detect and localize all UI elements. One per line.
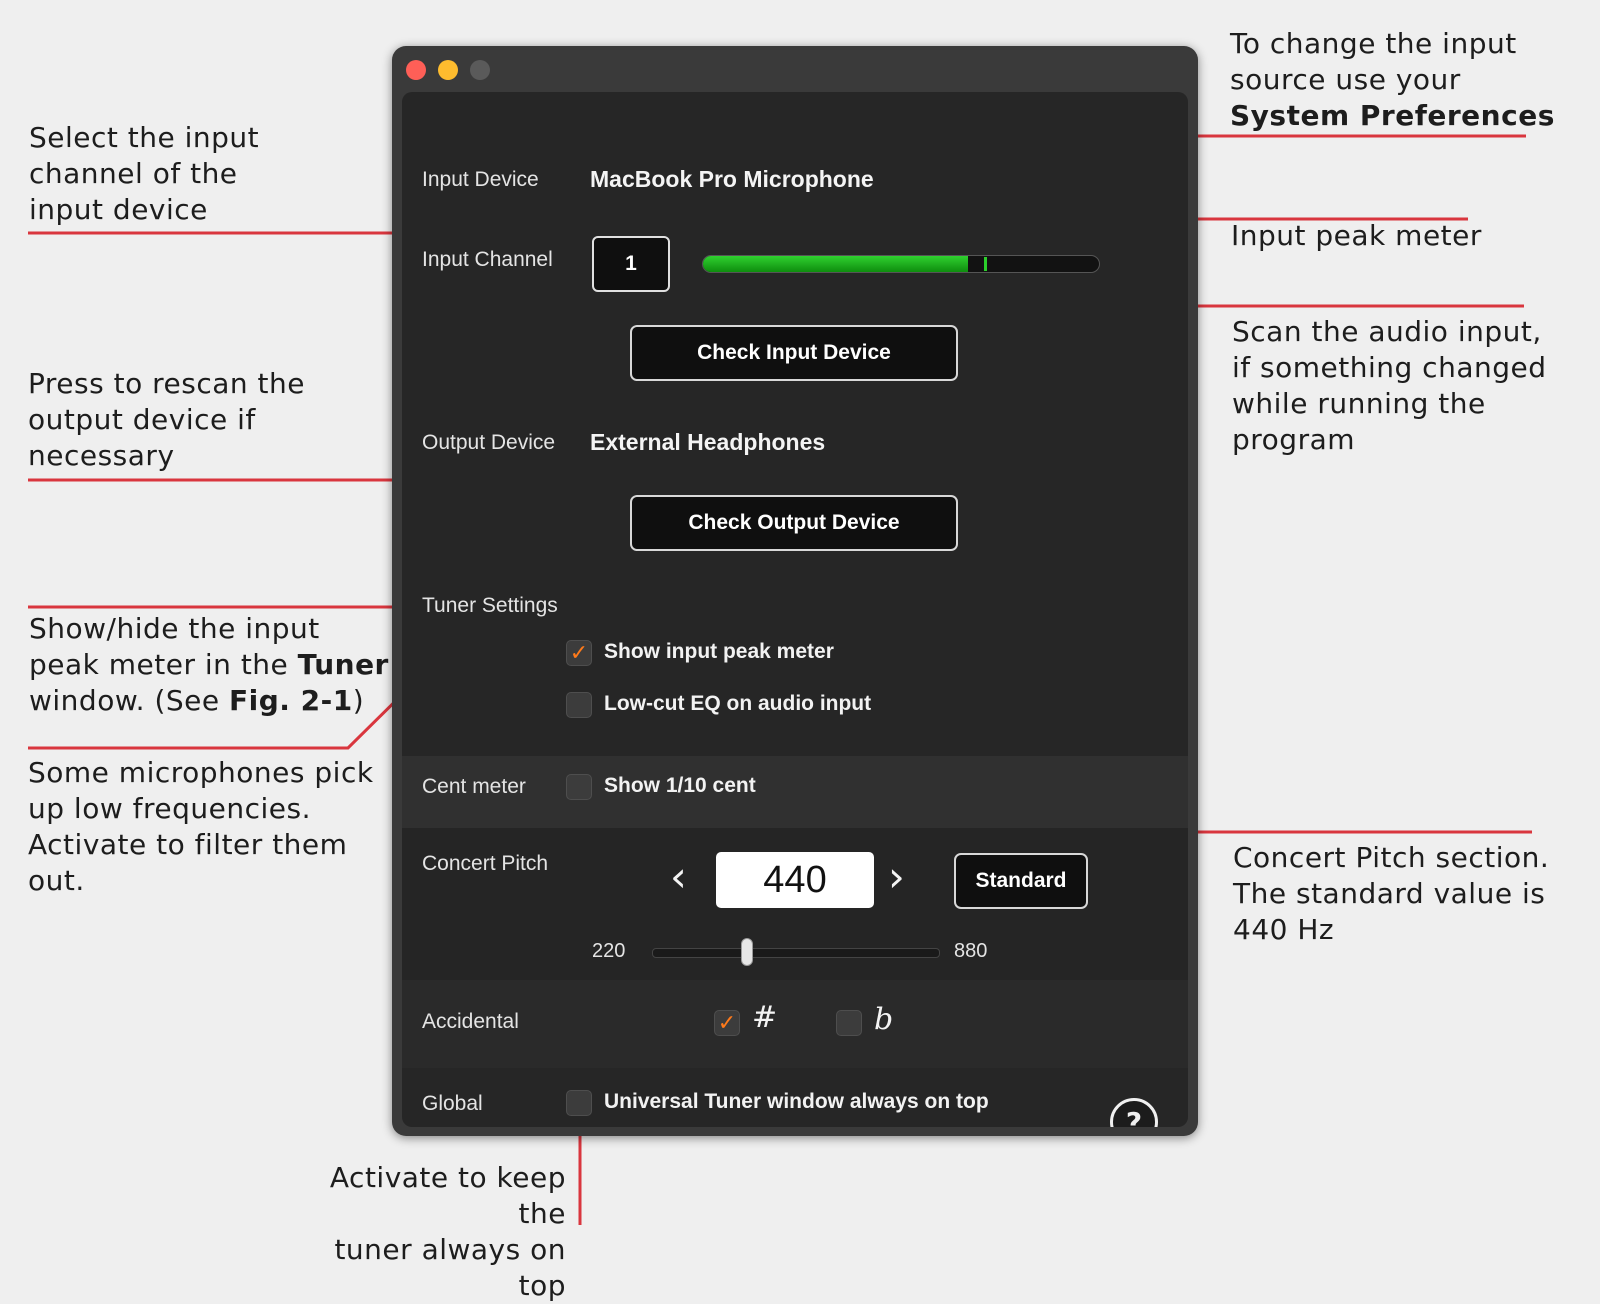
annotation-peak-meter: Input peak meter bbox=[1231, 219, 1482, 252]
show-peak-meter-label: Show input peak meter bbox=[604, 640, 834, 663]
check-input-device-button[interactable]: Check Input Device bbox=[630, 325, 958, 381]
help-button[interactable]: ? bbox=[1110, 1098, 1158, 1127]
minimize-button[interactable] bbox=[438, 60, 458, 80]
annotation-rescan-output: Press to rescan the output device if nec… bbox=[28, 367, 305, 472]
input-peak-meter bbox=[702, 255, 1100, 273]
output-device-value: External Headphones bbox=[590, 429, 826, 455]
annotation-show-hide: Show/hide the input peak meter in the Tu… bbox=[29, 612, 389, 717]
pitch-decrease-button[interactable]: ‹ bbox=[670, 856, 687, 898]
sharp-checkbox[interactable]: ✓ bbox=[714, 1010, 740, 1036]
zoom-button[interactable] bbox=[470, 60, 490, 80]
title-bar[interactable] bbox=[392, 46, 1198, 94]
always-on-top-checkbox[interactable] bbox=[566, 1090, 592, 1116]
show-peak-meter-checkbox[interactable]: ✓ bbox=[566, 640, 592, 666]
input-device-label: Input Device bbox=[422, 168, 539, 191]
standard-pitch-button[interactable]: Standard bbox=[954, 853, 1088, 909]
show-tenth-cent-label: Show 1/10 cent bbox=[604, 774, 756, 797]
cent-meter-label: Cent meter bbox=[422, 775, 526, 798]
pitch-slider-thumb[interactable] bbox=[741, 938, 754, 966]
annotation-input-channel: Select the input channel of the input de… bbox=[29, 121, 260, 226]
annotation-low-cut: Some microphones pick up low frequencies… bbox=[28, 756, 374, 897]
pitch-increase-button[interactable]: › bbox=[888, 856, 905, 898]
flat-icon: b bbox=[874, 1002, 894, 1037]
accidental-section bbox=[402, 980, 1188, 1068]
concert-pitch-label: Concert Pitch bbox=[422, 852, 549, 875]
input-channel-field[interactable]: 1 bbox=[592, 236, 670, 292]
pitch-slider-track[interactable] bbox=[652, 948, 940, 958]
annotation-always-on-top: Activate to keep the tuner always on top bbox=[329, 1161, 566, 1302]
output-device-label: Output Device bbox=[422, 431, 556, 454]
slider-max-label: 880 bbox=[954, 940, 988, 962]
peak-meter-level bbox=[703, 256, 969, 272]
annotation-scan-input: Scan the audio input, if something chang… bbox=[1232, 315, 1547, 456]
low-cut-eq-label: Low-cut EQ on audio input bbox=[604, 692, 872, 715]
show-tenth-cent-checkbox[interactable] bbox=[566, 774, 592, 800]
flat-checkbox[interactable] bbox=[836, 1010, 862, 1036]
input-channel-label: Input Channel bbox=[422, 248, 553, 271]
pitch-value-field[interactable]: 440 bbox=[716, 852, 874, 908]
settings-panel: Input Device MacBook Pro Microphone Inpu… bbox=[402, 92, 1188, 1127]
close-button[interactable] bbox=[406, 60, 426, 80]
always-on-top-label: Universal Tuner window always on top bbox=[604, 1090, 989, 1113]
annotation-input-source: To change the input source use your Syst… bbox=[1230, 27, 1555, 132]
low-cut-eq-checkbox[interactable] bbox=[566, 692, 592, 718]
slider-min-label: 220 bbox=[592, 940, 626, 962]
input-device-value: MacBook Pro Microphone bbox=[590, 166, 874, 192]
preferences-window: Input Device MacBook Pro Microphone Inpu… bbox=[392, 46, 1198, 1136]
peak-meter-peak-marker bbox=[984, 257, 988, 271]
global-label: Global bbox=[422, 1092, 483, 1115]
annotation-concert-pitch: Concert Pitch section. The standard valu… bbox=[1233, 841, 1550, 946]
accidental-label: Accidental bbox=[422, 1010, 519, 1033]
sharp-icon: # bbox=[752, 1000, 778, 1035]
check-output-device-button[interactable]: Check Output Device bbox=[630, 495, 958, 551]
tuner-settings-label: Tuner Settings bbox=[422, 594, 558, 617]
